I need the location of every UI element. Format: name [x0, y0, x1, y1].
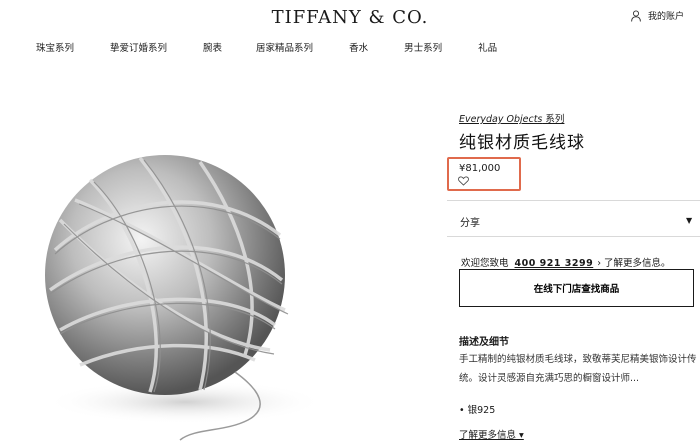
product-title: 纯银材质毛线球 [459, 133, 585, 153]
chevron-right-icon: › [597, 258, 602, 269]
nav-item-men[interactable]: 男士系列 [404, 40, 442, 54]
learn-more-link[interactable]: 了解更多信息 ▾ [459, 427, 524, 441]
chevron-down-icon[interactable]: ▼ [686, 216, 692, 225]
brand-logo[interactable]: TIFFANY & CO. [0, 7, 700, 28]
heart-icon[interactable] [458, 176, 469, 186]
account-link[interactable]: 我的账户 [631, 9, 684, 22]
nav-item-gifts[interactable]: 礼品 [478, 40, 497, 54]
description-text: 手工精制的纯银材质毛线球，致敬蒂芙尼精美银饰设计传统。设计灵感源自充满巧思的橱窗… [459, 354, 697, 384]
nav-item-fragrance[interactable]: 香水 [349, 40, 368, 54]
collection-link[interactable]: Everyday Objects 系列 [459, 111, 564, 125]
description-heading: 描述及细节 [459, 337, 509, 348]
divider [447, 236, 700, 237]
account-label: 我的账户 [647, 12, 684, 22]
share-toggle[interactable]: 分享 [460, 214, 480, 229]
spec-item: • 银925 [459, 405, 496, 416]
nav-item-engagement[interactable]: 挚爱订婚系列 [110, 40, 167, 54]
find-in-store-button[interactable]: 在线下门店查找商品 [459, 269, 694, 307]
nav-item-watches[interactable]: 腕表 [203, 40, 222, 54]
contact-prefix: 欢迎您致电 [461, 258, 509, 269]
main-nav: 珠宝系列 挚爱订婚系列 腕表 居家精品系列 香水 男士系列 礼品 [36, 40, 497, 54]
contact-line: 欢迎您致电 400 921 3299 › 了解更多信息。 [461, 255, 671, 269]
collection-name: Everyday Objects [459, 114, 543, 125]
person-icon [631, 9, 641, 22]
contact-suffix: 了解更多信息。 [604, 258, 671, 269]
collection-suffix: 系列 [542, 114, 565, 125]
divider [447, 200, 700, 201]
nav-item-home[interactable]: 居家精品系列 [256, 40, 313, 54]
phone-link[interactable]: 400 921 3299 [515, 258, 594, 269]
nav-item-jewelry[interactable]: 珠宝系列 [36, 40, 74, 54]
product-price: ¥81,000 [459, 163, 501, 174]
yarn-ball-image [45, 155, 325, 441]
